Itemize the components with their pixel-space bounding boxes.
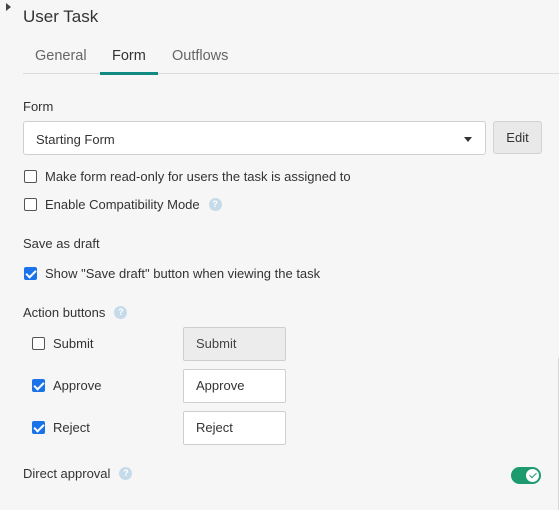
show-draft-label: Show "Save draft" button when viewing th… (45, 266, 321, 281)
form-select-value: Starting Form (36, 132, 115, 147)
actions-section-label: Action buttons (23, 305, 106, 320)
action-row-submit: Submit (32, 336, 93, 351)
help-icon[interactable]: ? (119, 467, 133, 480)
reject-label-input[interactable]: Reject (183, 411, 286, 445)
chevron-down-icon (464, 137, 472, 142)
edit-button[interactable]: Edit (493, 121, 542, 154)
form-select[interactable]: Starting Form (23, 121, 486, 155)
check-icon (526, 469, 539, 482)
tab-form[interactable]: Form (100, 48, 158, 75)
action-row-approve: Approve (32, 378, 101, 393)
panel-title: User Task (23, 7, 99, 26)
readonly-label: Make form read-only for users the task i… (45, 169, 351, 184)
show-draft-option: Show "Save draft" button when viewing th… (24, 266, 320, 281)
action-row-reject: Reject (32, 420, 90, 435)
form-section-label: Form (23, 99, 54, 114)
actions-section-header: Action buttons ? (23, 305, 128, 320)
submit-action-label: Submit (53, 336, 94, 351)
approve-action-label: Approve (53, 378, 102, 393)
help-icon[interactable]: ? (114, 306, 128, 319)
compat-checkbox[interactable] (24, 198, 37, 211)
compat-option: Enable Compatibility Mode ? (24, 197, 222, 212)
reject-checkbox[interactable] (32, 421, 45, 434)
reject-action-label: Reject (53, 420, 90, 435)
collapse-arrow-icon[interactable] (6, 3, 11, 11)
direct-approval-label: Direct approval (23, 466, 111, 481)
help-icon[interactable]: ? (208, 198, 222, 211)
show-draft-checkbox[interactable] (24, 267, 37, 280)
readonly-option: Make form read-only for users the task i… (24, 169, 351, 184)
tab-general[interactable]: General (35, 48, 87, 73)
tab-bar: General Form Outflows (23, 42, 559, 75)
readonly-checkbox[interactable] (24, 170, 37, 183)
tab-outflows[interactable]: Outflows (172, 48, 228, 73)
draft-section-label: Save as draft (23, 236, 100, 251)
submit-label-input[interactable]: Submit (183, 327, 286, 361)
approve-checkbox[interactable] (32, 379, 45, 392)
approve-label-input[interactable]: Approve (183, 369, 286, 403)
direct-approval-header: Direct approval ? (23, 466, 133, 481)
direct-approval-toggle[interactable] (511, 467, 541, 484)
submit-checkbox[interactable] (32, 337, 45, 350)
compat-label: Enable Compatibility Mode (45, 197, 200, 212)
